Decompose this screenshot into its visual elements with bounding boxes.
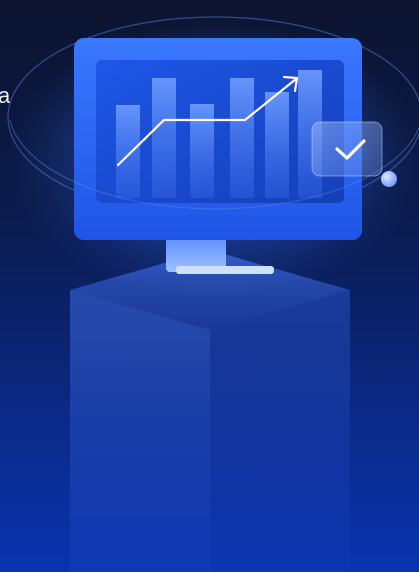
- illustration-canvas: [5, 16, 419, 572]
- hero-illustration: a: [0, 0, 419, 572]
- pedestal-pillar: [70, 250, 350, 572]
- check-badge-icon: [311, 121, 383, 177]
- screen-bar-2: [152, 78, 176, 198]
- screen-bar-1: [116, 105, 140, 198]
- screen-bar-3: [190, 104, 214, 198]
- orbit-dot-icon: [381, 171, 397, 187]
- screen-bar-5: [265, 92, 289, 198]
- screen-bar-4: [230, 78, 254, 198]
